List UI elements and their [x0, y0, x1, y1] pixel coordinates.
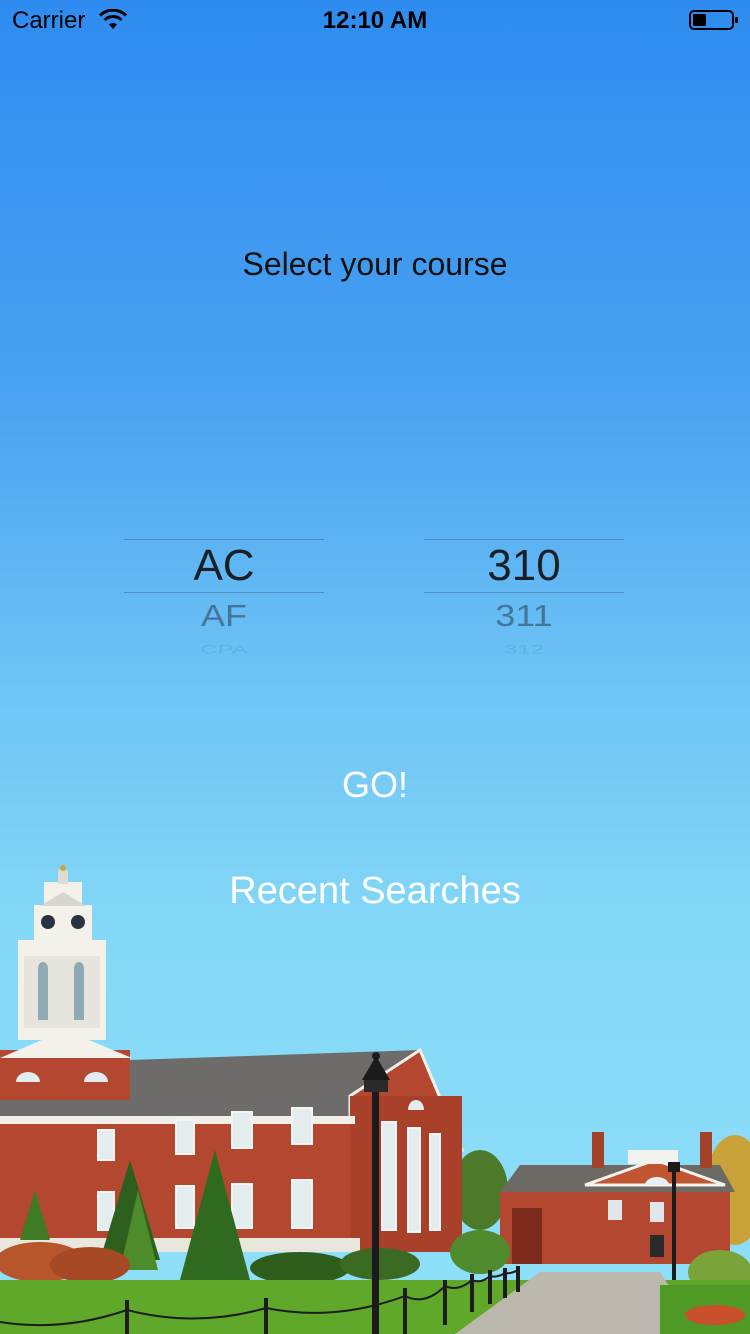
status-bar: Carrier 12:10 AM — [0, 0, 750, 40]
subject-picker-option[interactable]: AF — [124, 599, 324, 633]
course-number-picker[interactable]: 310 311 312 — [424, 520, 624, 660]
status-time: 12:10 AM — [322, 7, 428, 34]
picker-selection-line-top — [124, 539, 324, 540]
picker-selection-line-top — [424, 539, 624, 540]
course-number-picker-selected[interactable]: 310 — [424, 541, 624, 591]
subject-picker-selected[interactable]: AC — [124, 541, 324, 591]
go-button[interactable]: GO! — [275, 760, 475, 810]
picker-selection-line-bottom — [424, 592, 624, 593]
main-building — [0, 865, 465, 1252]
battery-icon — [689, 10, 738, 30]
page-title: Select your course — [242, 246, 508, 282]
course-number-picker-option[interactable]: 311 — [424, 599, 624, 633]
course-number-picker-option[interactable]: 312 — [424, 644, 624, 656]
campus-background-image — [0, 865, 750, 1334]
right-building — [500, 1132, 735, 1264]
subject-picker[interactable]: AC AF CPA — [124, 520, 324, 660]
picker-selection-line-bottom — [124, 592, 324, 593]
subject-picker-option[interactable]: CPA — [124, 644, 324, 656]
